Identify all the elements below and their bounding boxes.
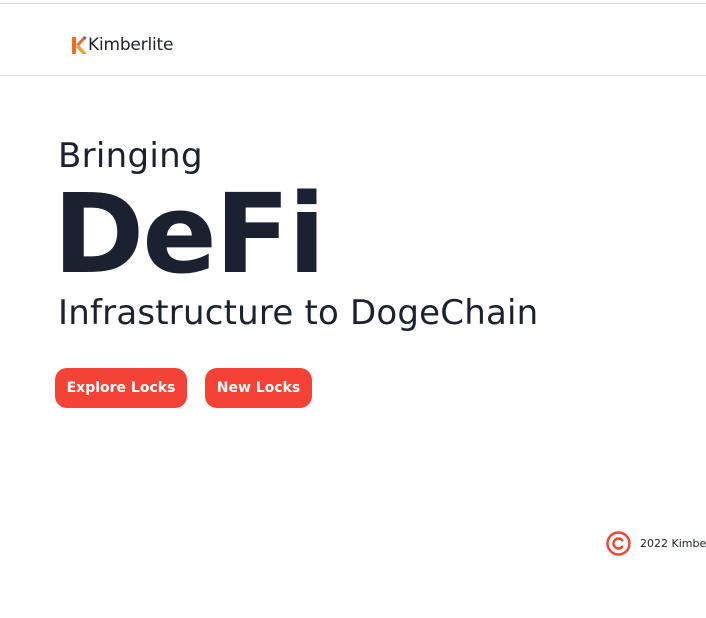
explore-locks-button[interactable]: Explore Locks	[55, 368, 187, 408]
hero-title: DeFi	[53, 170, 326, 298]
new-locks-button[interactable]: New Locks	[205, 368, 312, 408]
hero-subtitle: Infrastructure to DogeChain	[58, 293, 539, 333]
brand-name: Kimberlite	[88, 35, 174, 55]
page: Kimberlite Bringing DeFi Infrastructure …	[0, 0, 706, 618]
brand-link[interactable]: Kimberlite	[70, 35, 173, 55]
site-header: Kimberlite	[0, 4, 706, 76]
kimberlite-logo-icon	[72, 36, 87, 54]
footer-copyright: 2022 Kimbe	[606, 531, 706, 556]
copyright-text: 2022 Kimbe	[640, 537, 706, 550]
copyright-icon	[606, 531, 631, 556]
